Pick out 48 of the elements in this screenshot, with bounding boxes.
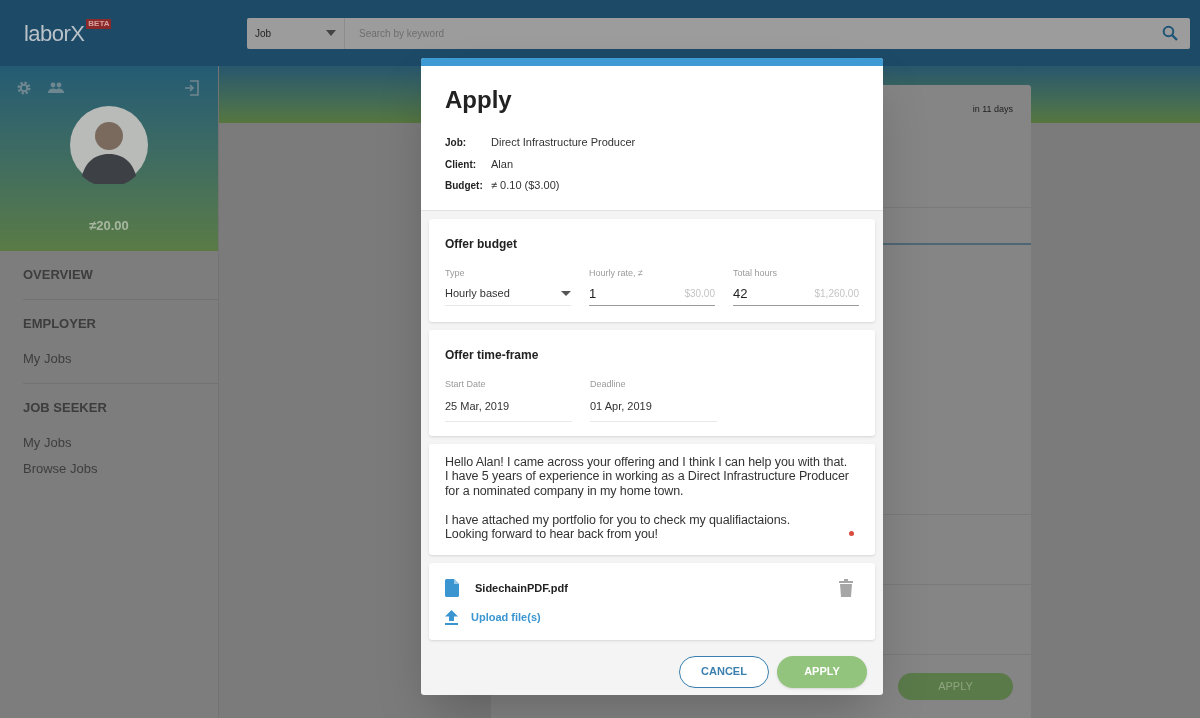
nav-link[interactable]: My Jobs [23,349,72,369]
nav-link[interactable]: My Jobs [23,433,72,453]
field-label: Hourly rate, ≠ [589,266,644,280]
file-icon [445,579,459,598]
detail-label: Job: [445,136,468,150]
beta-badge: BETA [86,18,112,29]
message-field[interactable]: Hello Alan! I came across your offering and I think I can help you with that. I have 5 years of experience in working as a Direct Infrastructure Producer for a nominated company in my home town. I have attached my portfolio for you to check my qualifiactaions. Looking forward to hear back from you! [429,443,875,556]
nav-section-title[interactable]: EMPLOYER [23,313,218,333]
upload-link[interactable]: Upload file(s) [445,609,541,626]
field-label: Total hours [733,266,779,280]
number-field[interactable]: 1 $30.00 [589,284,715,306]
people-button[interactable] [48,82,64,94]
nav-section-title[interactable]: JOB SEEKER [23,397,218,417]
search-icon [1162,25,1178,41]
detail-label: Budget: [445,179,484,193]
field-label: Deadline [590,378,627,391]
type-dropdown[interactable]: Hourly based [445,286,571,306]
date-field[interactable]: 25 Mar, 2019 [445,397,572,422]
file-name: SidechainPDF.pdf [475,580,568,596]
balance-text: ≠20.00 [88,217,130,235]
detail-value: Alan [491,156,515,172]
people-icon [48,82,64,94]
search-button[interactable] [1150,17,1190,49]
cancel-button[interactable]: CANCEL [679,655,769,688]
caret-icon [561,291,571,296]
number-field[interactable]: 42 $1,260.00 [733,284,859,306]
dialog-title: Apply [445,88,513,112]
logout-icon [184,80,200,96]
caret-icon [326,30,336,36]
section-title: Offer budget [445,235,518,253]
nav-section-title[interactable]: OVERVIEW [23,265,218,285]
nav-link[interactable]: Browse Jobs [23,458,98,478]
trash-icon [839,579,853,598]
due-text: in 11 days [972,103,1013,116]
settings-button[interactable] [16,80,32,96]
logout-button[interactable] [184,80,200,96]
detail-value: ≠ 0.10 ($3.00) [491,178,561,193]
delete-button[interactable] [839,579,853,598]
detail-value: Direct Infrastructure Producer [491,135,637,150]
section-title: Offer time-frame [445,347,540,364]
field-label: Start Date [445,378,487,391]
detail-label: Client: [445,157,478,172]
settings-icon [16,80,32,96]
date-field[interactable]: 01 Apr, 2019 [590,397,717,422]
logo[interactable]: laborX [24,16,85,50]
field-label: Type [445,266,466,280]
category-dropdown[interactable]: Job [247,17,345,49]
upload-icon [445,609,458,625]
